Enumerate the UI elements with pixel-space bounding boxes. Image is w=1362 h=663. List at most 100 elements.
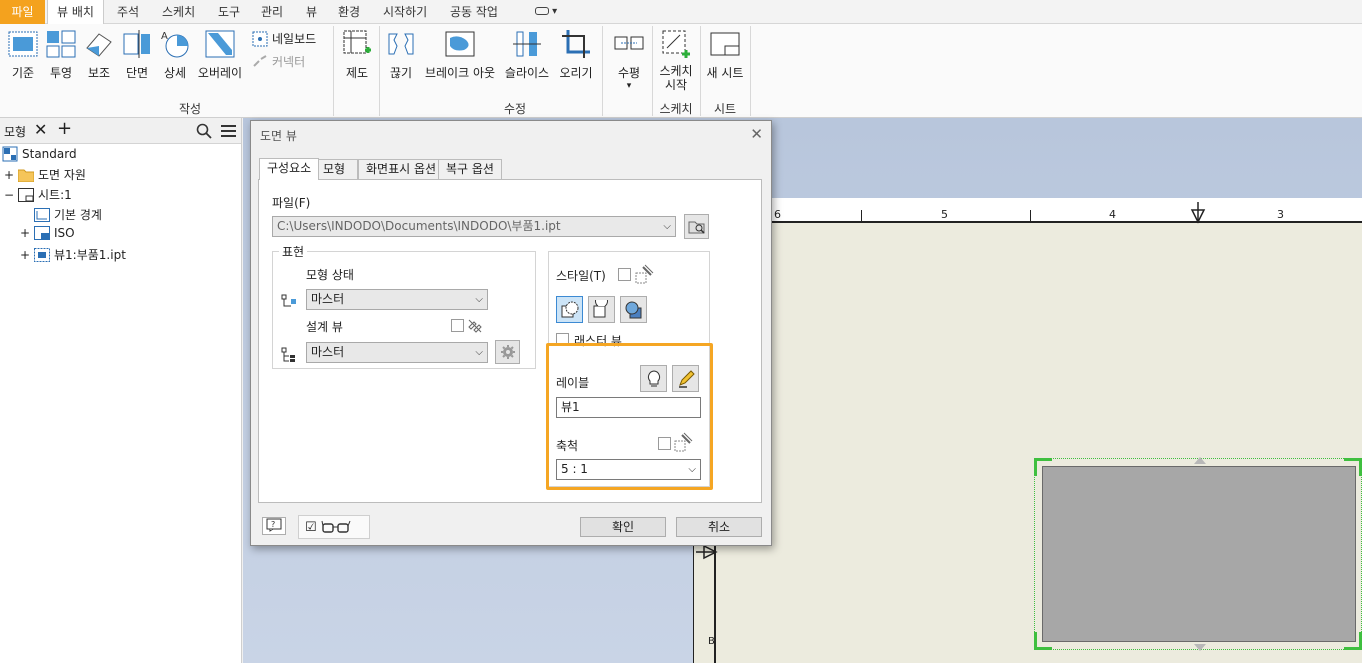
break-button[interactable]: 끊기: [385, 28, 417, 81]
tab-tools[interactable]: 도구: [209, 0, 249, 24]
tab-file[interactable]: 파일: [0, 0, 45, 24]
tab-recovery-options[interactable]: 복구 옵션: [438, 159, 502, 179]
break-icon: [388, 33, 414, 55]
style-label-scale-group: 스타일(T) 래스터 뷰 레이블 뷰1 축척 5: 1 ⌵: [548, 251, 710, 487]
tab-model[interactable]: 모형: [315, 159, 358, 179]
view-label-input[interactable]: 뷰1: [556, 397, 701, 418]
align-horizontal-button[interactable]: 수평 ▾: [610, 28, 648, 91]
gear-icon: [500, 345, 515, 359]
svg-text:?: ?: [271, 520, 275, 529]
overlay-view-icon: [205, 30, 235, 58]
draft-button[interactable]: 제도: [338, 28, 376, 81]
menu-icon[interactable]: [221, 124, 236, 137]
scale-association-checkbox[interactable]: [658, 437, 671, 450]
resize-handle[interactable]: [1194, 457, 1206, 464]
help-button[interactable]: ?: [262, 517, 286, 535]
tab-view[interactable]: 뷰: [297, 0, 326, 24]
view-preview-frame[interactable]: [1034, 457, 1362, 651]
tab-sketch[interactable]: 스케치: [153, 0, 204, 24]
selection-corner: [1344, 458, 1362, 476]
tree-item-iso[interactable]: + ISO: [20, 226, 75, 240]
start-sketch-button[interactable]: 스케치 시작: [656, 28, 696, 92]
raster-view-label: 래스터 뷰: [574, 334, 622, 348]
search-icon[interactable]: [196, 123, 212, 139]
glasses-icon: [321, 520, 351, 533]
open-file-button[interactable]: [684, 214, 709, 239]
close-icon[interactable]: ✕: [750, 125, 763, 143]
drawing-document-icon: [2, 146, 18, 162]
crop-button[interactable]: 오리기: [557, 28, 595, 81]
model-state-select[interactable]: 마스터 ⌵: [306, 289, 488, 310]
close-icon[interactable]: ✕: [34, 120, 47, 139]
title-block-icon: [34, 226, 50, 240]
collapse-icon[interactable]: −: [4, 188, 14, 202]
shaded-style-icon: [625, 301, 641, 318]
toggle-label-visibility-button[interactable]: [640, 365, 667, 392]
model-browser: 모형 ✕ + Standard + 도면 자원 − 시트:1 기본 경계 + I…: [0, 118, 242, 663]
cancel-button[interactable]: 취소: [676, 517, 762, 537]
slice-button[interactable]: 슬라이스: [503, 28, 551, 81]
hidden-line-removed-style-button[interactable]: [588, 296, 615, 323]
base-view-button[interactable]: 기준: [6, 28, 40, 81]
selection-corner: [1344, 632, 1362, 650]
ribbon-tab-bar: 파일 뷰 배치 주석 스케치 도구 관리 뷰 환경 시작하기 공동 작업 ▾: [0, 0, 1362, 25]
style-association-checkbox[interactable]: [618, 268, 631, 281]
browser-tab-model[interactable]: 모형: [4, 123, 26, 140]
resize-handle[interactable]: [1194, 644, 1206, 651]
detail-view-icon: A: [161, 31, 189, 58]
tab-environments[interactable]: 환경: [329, 0, 369, 24]
align-horizontal-icon: [614, 36, 644, 50]
style-label: 스타일(T): [556, 269, 606, 283]
drawing-view-dialog: 도면 뷰 ✕ 구성요소 모형 화면표시 옵션 복구 옵션 파일(F) C:\Us…: [250, 120, 772, 546]
tab-get-started[interactable]: 시작하기: [374, 0, 436, 24]
drawing-sheet[interactable]: 6 5 4 3 B: [693, 198, 1362, 663]
folder-icon: [18, 169, 34, 182]
auxiliary-view-button[interactable]: 보조: [82, 28, 116, 81]
tab-display-options[interactable]: 화면표시 옵션: [358, 159, 445, 179]
tree-item-default-border[interactable]: 기본 경계: [34, 206, 102, 223]
hidden-line-style-button[interactable]: [556, 296, 583, 323]
start-sketch-icon: [662, 30, 690, 58]
connector-icon: [253, 54, 267, 67]
overlay-view-button[interactable]: 오버레이: [196, 28, 244, 81]
group-separator: [750, 26, 751, 116]
drawing-view-icon: [34, 247, 50, 262]
tab-annotate[interactable]: 주석: [108, 0, 148, 24]
new-sheet-button[interactable]: 새 시트: [704, 28, 746, 81]
slice-icon: [513, 31, 541, 57]
tree-item-drawing-resources[interactable]: + 도면 자원: [4, 166, 86, 183]
selection-corner: [1034, 458, 1052, 476]
tab-manage[interactable]: 관리: [252, 0, 292, 24]
tree-item-view1[interactable]: + 뷰1:부품1.ipt: [20, 246, 126, 263]
add-tab-icon[interactable]: +: [57, 118, 72, 139]
expand-icon[interactable]: +: [20, 248, 30, 262]
tab-place-views[interactable]: 뷰 배치: [47, 0, 104, 25]
break-out-button[interactable]: 브레이크 아웃: [421, 28, 499, 81]
scale-select[interactable]: 5 : 1 ⌵: [556, 459, 701, 480]
ribbon-display-toggle[interactable]: ▾: [526, 0, 566, 24]
file-path-combo[interactable]: C:\Users\INDODO\Documents\INDODO\부품1.ipt…: [272, 216, 676, 237]
raster-view-checkbox[interactable]: [556, 333, 569, 346]
design-view-settings-button[interactable]: [495, 340, 520, 364]
expand-icon[interactable]: +: [20, 226, 30, 240]
connector-button[interactable]: 커넥터: [252, 53, 305, 70]
sheet-icon: [18, 187, 34, 202]
shaded-style-button[interactable]: [620, 296, 647, 323]
ok-button[interactable]: 확인: [580, 517, 666, 537]
tab-collaborate[interactable]: 공동 작업: [441, 0, 507, 24]
preview-toggle[interactable]: ☑: [298, 515, 370, 539]
zone-letter: B: [708, 636, 715, 647]
detail-view-button[interactable]: A 상세: [158, 28, 192, 81]
edit-label-button[interactable]: [672, 365, 699, 392]
tree-item-standard[interactable]: Standard: [2, 146, 77, 162]
dropdown-arrow-icon: ▾: [626, 81, 632, 91]
design-view-select[interactable]: 마스터 ⌵: [306, 342, 488, 363]
design-view-association-checkbox[interactable]: [451, 319, 464, 332]
section-view-button[interactable]: 단면: [120, 28, 154, 81]
tree-item-sheet-1[interactable]: − 시트:1: [4, 186, 72, 203]
nailboard-button[interactable]: 네일보드: [252, 30, 316, 47]
zone-number: 4: [1109, 208, 1116, 221]
expand-icon[interactable]: +: [4, 168, 14, 182]
projected-view-button[interactable]: 투영: [44, 28, 78, 81]
tab-component[interactable]: 구성요소: [259, 158, 320, 180]
